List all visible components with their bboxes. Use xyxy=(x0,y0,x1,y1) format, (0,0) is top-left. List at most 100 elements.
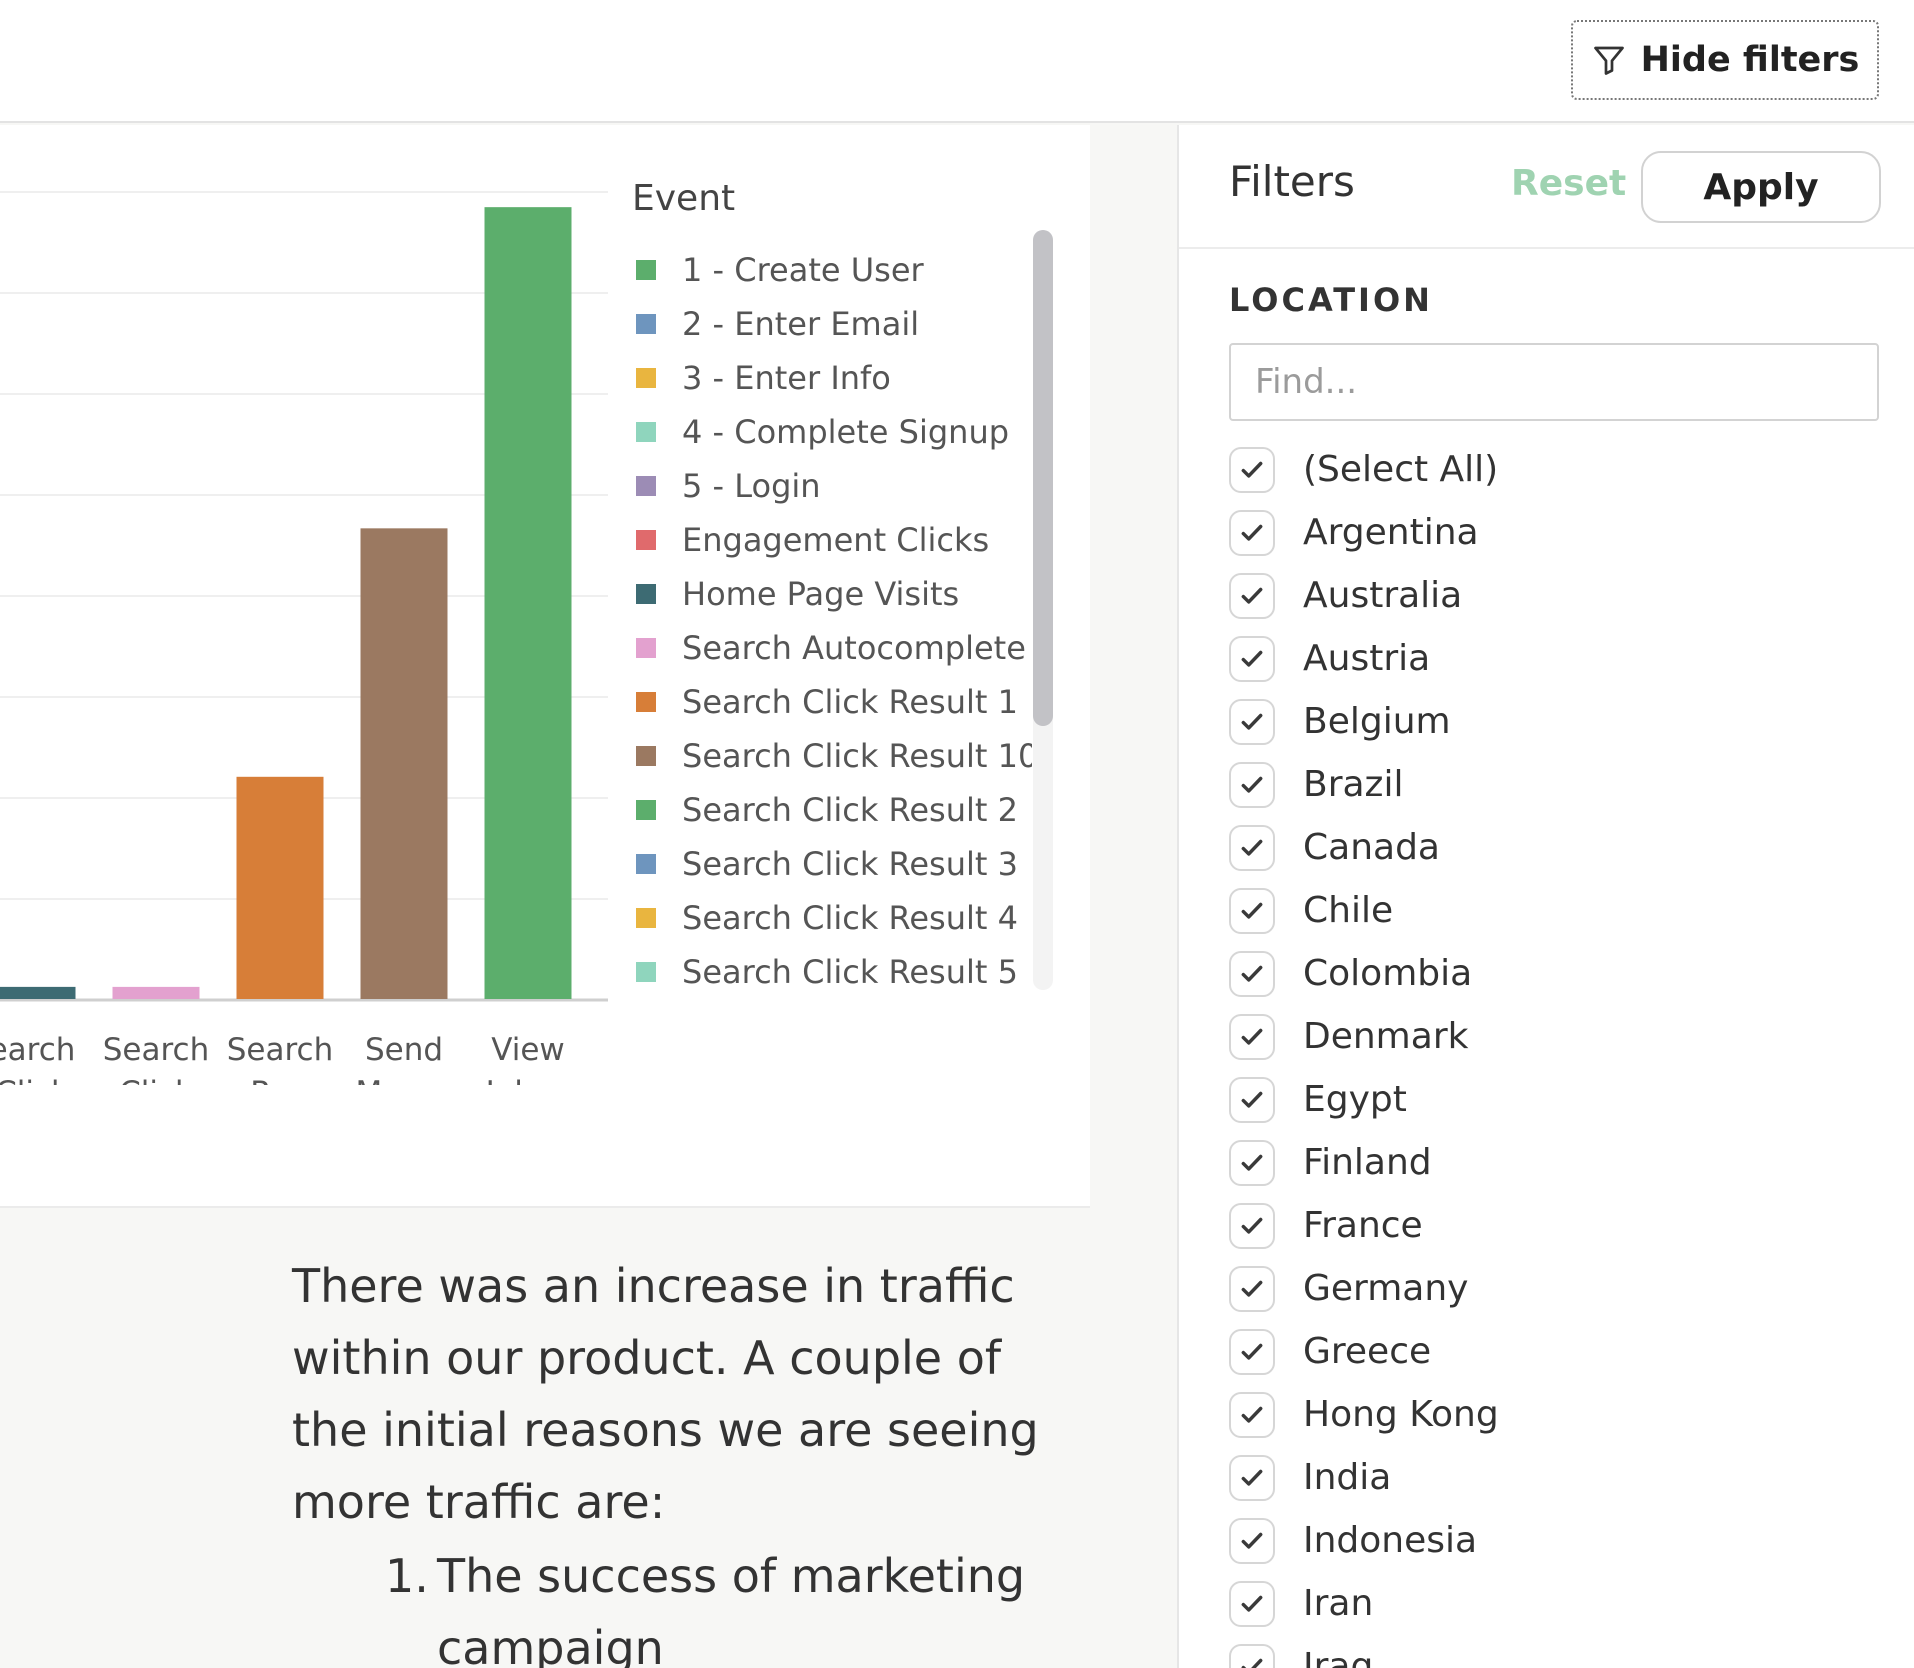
legend-item-label: Search Autocomplete xyxy=(682,629,1026,667)
legend-swatch xyxy=(636,530,656,550)
location-option[interactable]: Australia xyxy=(1229,564,1889,627)
location-option[interactable]: Iraq xyxy=(1229,1635,1889,1668)
checkbox[interactable] xyxy=(1229,509,1275,556)
legend-item-label: Search Click Result 10 xyxy=(682,737,1032,775)
legend-swatch xyxy=(636,800,656,820)
location-option[interactable]: Germany xyxy=(1229,1257,1889,1320)
legend-item[interactable]: Search Click Result 3 xyxy=(632,837,1032,891)
location-option[interactable]: Iran xyxy=(1229,1572,1889,1635)
legend-item[interactable]: 4 - Complete Signup xyxy=(632,405,1032,459)
location-option[interactable]: Austria xyxy=(1229,627,1889,690)
location-option[interactable]: India xyxy=(1229,1446,1889,1509)
location-option-label: Canada xyxy=(1303,827,1440,868)
location-option[interactable]: Belgium xyxy=(1229,690,1889,753)
legend-item[interactable]: Search Click Result 10 xyxy=(632,729,1032,783)
legend-item[interactable]: Home Page Visits xyxy=(632,567,1032,621)
x-tick-label: Click xyxy=(119,1075,193,1085)
legend-item[interactable]: 1 - Create User xyxy=(632,243,1032,297)
location-option-label: Hong Kong xyxy=(1303,1394,1499,1435)
checkbox[interactable] xyxy=(1229,1454,1275,1501)
bar[interactable] xyxy=(236,776,324,999)
location-option[interactable]: Egypt xyxy=(1229,1068,1889,1131)
checkmark-icon xyxy=(1241,1658,1263,1668)
location-option[interactable]: Chile xyxy=(1229,879,1889,942)
x-tick-label: Run xyxy=(250,1075,309,1085)
legend-swatch xyxy=(636,854,656,874)
checkbox[interactable] xyxy=(1229,1265,1275,1312)
bar-chart: earchClickesult8SearchClickResult9Search… xyxy=(0,191,608,1085)
legend-item[interactable]: 3 - Enter Info xyxy=(632,351,1032,405)
checkbox[interactable] xyxy=(1229,446,1275,493)
checkbox[interactable] xyxy=(1229,635,1275,682)
x-tick-label: Messa xyxy=(355,1075,452,1085)
checkbox[interactable] xyxy=(1229,761,1275,808)
checkbox[interactable] xyxy=(1229,950,1275,997)
location-option[interactable]: Argentina xyxy=(1229,501,1889,564)
legend-item-label: 1 - Create User xyxy=(682,251,924,289)
x-tick-label: earch xyxy=(0,1032,75,1068)
legend-swatch xyxy=(636,476,656,496)
location-option-label: Argentina xyxy=(1303,512,1479,553)
checkmark-icon xyxy=(1241,1280,1263,1297)
checkbox[interactable] xyxy=(1229,887,1275,934)
reset-button[interactable]: Reset xyxy=(1511,163,1626,204)
checkmark-icon xyxy=(1241,839,1263,856)
location-option[interactable]: France xyxy=(1229,1194,1889,1257)
checkbox[interactable] xyxy=(1229,1517,1275,1564)
legend-item-label: 3 - Enter Info xyxy=(682,359,891,397)
checkbox[interactable] xyxy=(1229,1391,1275,1438)
location-option[interactable]: Denmark xyxy=(1229,1005,1889,1068)
chart-legend[interactable]: 1 - Create User 2 - Enter Email 3 - Enter … xyxy=(632,243,1032,985)
location-option[interactable]: Finland xyxy=(1229,1131,1889,1194)
checkbox[interactable] xyxy=(1229,1076,1275,1123)
bar[interactable] xyxy=(0,986,76,999)
legend-swatch xyxy=(636,584,656,604)
checkmark-icon xyxy=(1241,1028,1263,1045)
legend-item[interactable]: 2 - Enter Email xyxy=(632,297,1032,351)
location-option[interactable]: Brazil xyxy=(1229,753,1889,816)
checkmark-icon xyxy=(1241,1343,1263,1360)
legend-item[interactable]: Search Click Result 5 xyxy=(632,945,1032,985)
location-option[interactable]: Colombia xyxy=(1229,942,1889,1005)
checkbox[interactable] xyxy=(1229,1643,1275,1668)
bar[interactable] xyxy=(484,207,572,999)
x-tick-label: Search xyxy=(227,1032,334,1068)
legend-item[interactable]: Search Click Result 1 xyxy=(632,675,1032,729)
legend-item-label: Home Page Visits xyxy=(682,575,960,613)
legend-scrollbar-thumb[interactable] xyxy=(1033,230,1053,726)
location-option-label: Australia xyxy=(1303,575,1463,616)
bar[interactable] xyxy=(360,528,448,999)
legend-item[interactable]: Search Autocomplete xyxy=(632,621,1032,675)
legend-item[interactable]: Search Click Result 4 xyxy=(632,891,1032,945)
legend-item[interactable]: Search Click Result 2 xyxy=(632,783,1032,837)
legend-item-label: Search Click Result 5 xyxy=(682,953,1018,985)
location-option[interactable]: Canada xyxy=(1229,816,1889,879)
checkbox[interactable] xyxy=(1229,1013,1275,1060)
location-option[interactable]: Greece xyxy=(1229,1320,1889,1383)
checkbox[interactable] xyxy=(1229,824,1275,871)
location-option[interactable]: Hong Kong xyxy=(1229,1383,1889,1446)
legend-item-label: Search Click Result 2 xyxy=(682,791,1018,829)
checkbox[interactable] xyxy=(1229,572,1275,619)
checkbox[interactable] xyxy=(1229,1328,1275,1375)
checkmark-icon xyxy=(1241,1406,1263,1423)
apply-button[interactable]: Apply xyxy=(1641,151,1881,223)
checkbox[interactable] xyxy=(1229,1202,1275,1249)
hide-filters-button[interactable]: Hide filters xyxy=(1571,20,1879,100)
location-option-label: Iraq xyxy=(1303,1646,1374,1668)
hide-filters-label: Hide filters xyxy=(1640,40,1860,80)
bar[interactable] xyxy=(112,986,200,999)
location-option[interactable]: (Select All) xyxy=(1229,438,1889,501)
legend-item[interactable]: Engagement Clicks xyxy=(632,513,1032,567)
location-search-input[interactable] xyxy=(1229,343,1879,421)
checkbox[interactable] xyxy=(1229,1580,1275,1627)
location-option-label: Indonesia xyxy=(1303,1520,1478,1561)
checkbox[interactable] xyxy=(1229,1139,1275,1186)
location-section-label: LOCATION xyxy=(1229,281,1433,319)
checkmark-icon xyxy=(1241,965,1263,982)
location-option[interactable]: Indonesia xyxy=(1229,1509,1889,1572)
location-checkbox-list: (Select All) Argentina Australia Austria Bel… xyxy=(1229,438,1889,1668)
location-option-label: Egypt xyxy=(1303,1079,1407,1120)
checkbox[interactable] xyxy=(1229,698,1275,745)
legend-item[interactable]: 5 - Login xyxy=(632,459,1032,513)
